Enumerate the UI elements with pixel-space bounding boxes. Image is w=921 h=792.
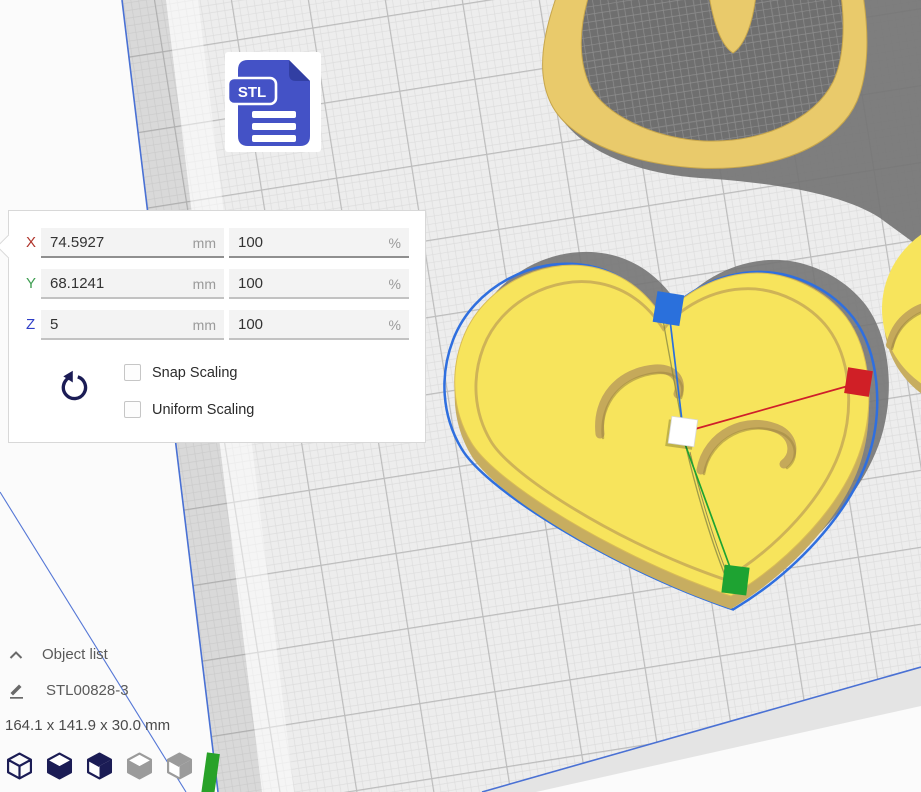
- uniform-scaling-label: Uniform Scaling: [152, 402, 254, 418]
- view-top-icon[interactable]: [86, 751, 113, 781]
- object-list-item[interactable]: STL00828-3: [8, 682, 129, 699]
- chevron-up-icon: [8, 648, 24, 662]
- view-right-icon[interactable]: [166, 751, 193, 781]
- scale-handle-x[interactable]: [844, 367, 873, 397]
- object-list-header[interactable]: Object list: [8, 646, 108, 663]
- scale-y-mm-input[interactable]: [41, 269, 224, 297]
- view-orientation-toolbar: [6, 751, 193, 781]
- reset-scale-button[interactable]: [57, 366, 97, 410]
- object-name: STL00828-3: [46, 682, 129, 699]
- axis-label-y: Y: [26, 269, 40, 299]
- stl-badge-text: STL: [238, 84, 266, 101]
- scale-tool-panel: X mm % Y mm % Z mm %: [8, 210, 426, 443]
- snap-scaling-label: Snap Scaling: [152, 365, 237, 381]
- cura-viewport: STL X mm % Y mm % Z mm: [0, 0, 921, 792]
- scale-z-mm-field: mm: [41, 310, 224, 340]
- scale-y-percent-input[interactable]: [229, 269, 409, 297]
- scale-x-mm-field: mm: [41, 228, 224, 258]
- scale-z-percent-field: %: [229, 310, 409, 340]
- scale-z-percent-input[interactable]: [229, 310, 409, 338]
- axis-label-z: Z: [26, 310, 40, 340]
- scale-x-mm-input[interactable]: [41, 228, 224, 256]
- object-dimensions: 164.1 x 141.9 x 30.0 mm: [5, 717, 170, 734]
- scale-z-mm-input[interactable]: [41, 310, 224, 338]
- scale-handle-z[interactable]: [653, 291, 685, 326]
- axis-label-x: X: [26, 228, 40, 258]
- view-left-icon[interactable]: [126, 751, 153, 781]
- snap-scaling-checkbox[interactable]: [124, 364, 141, 381]
- uniform-scaling-checkbox[interactable]: [124, 401, 141, 418]
- object-list-title: Object list: [42, 646, 108, 663]
- scale-x-percent-input[interactable]: [229, 228, 409, 256]
- scale-x-percent-field: %: [229, 228, 409, 258]
- scale-y-mm-field: mm: [41, 269, 224, 299]
- reset-icon: [57, 368, 93, 408]
- pencil-icon: [8, 682, 26, 699]
- scale-y-percent-field: %: [229, 269, 409, 299]
- view-front-icon[interactable]: [46, 751, 73, 781]
- stl-file-glyph: STL: [225, 52, 321, 152]
- scale-handle-y[interactable]: [721, 565, 749, 596]
- view-3d-icon[interactable]: [6, 751, 33, 781]
- stl-file-icon[interactable]: STL: [225, 52, 321, 152]
- scale-handle-center[interactable]: [668, 416, 698, 446]
